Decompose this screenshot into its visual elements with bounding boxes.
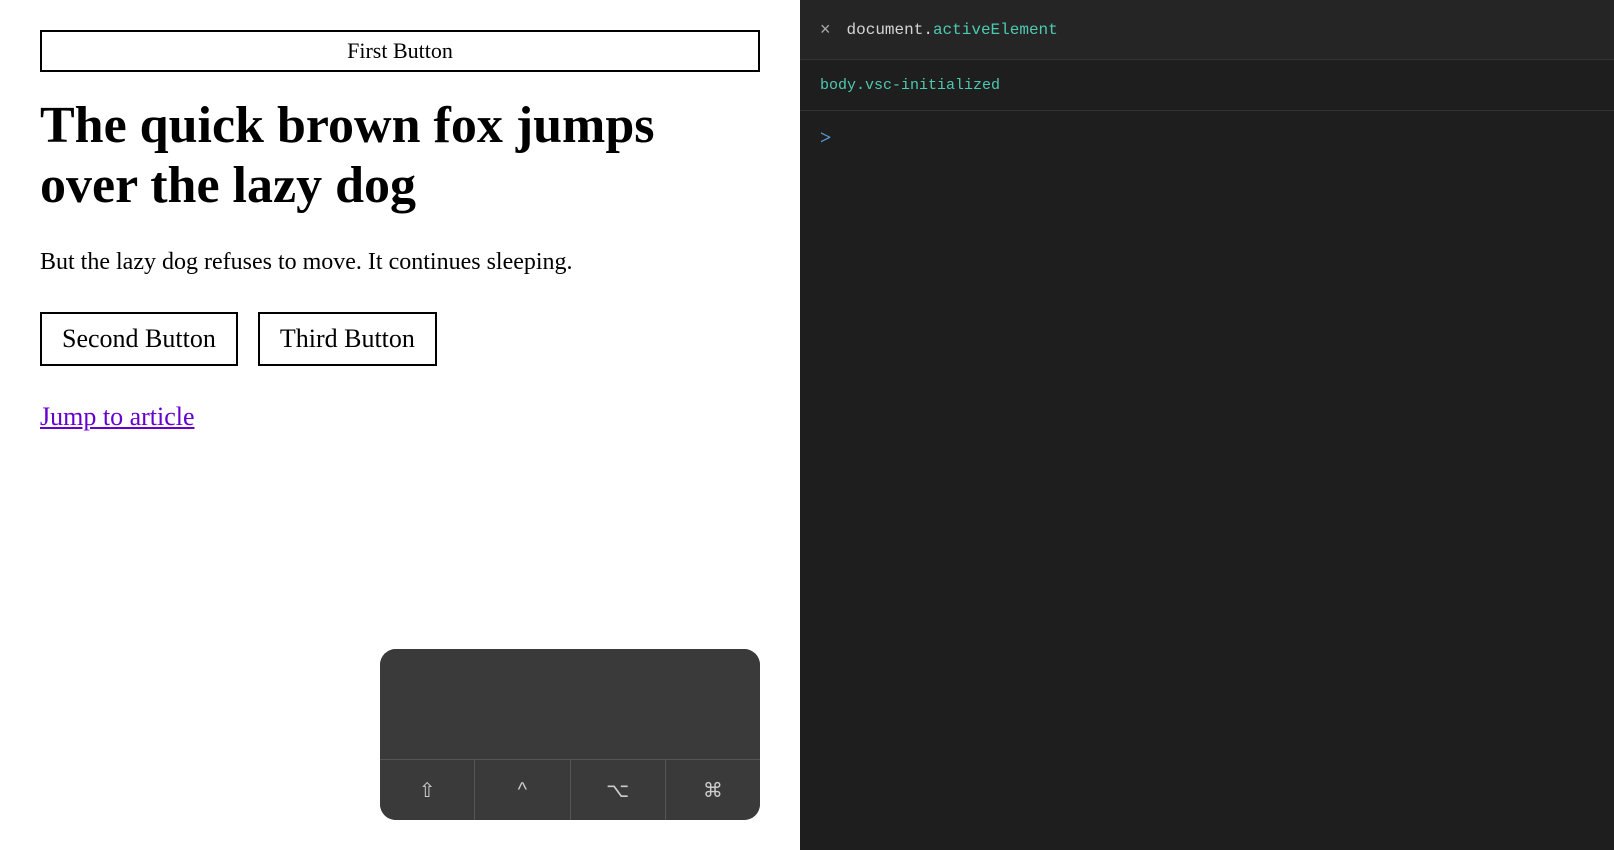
- main-heading: The quick brown fox jumps over the lazy …: [40, 96, 760, 216]
- first-button[interactable]: First Button: [40, 30, 760, 72]
- key-alt[interactable]: ⌥: [571, 760, 666, 820]
- prompt-arrow-icon: >: [820, 127, 831, 150]
- devtools-header: × document.activeElement: [800, 0, 1614, 60]
- keyboard-popup-body: [380, 649, 760, 759]
- button-row: Second Button Third Button: [40, 312, 760, 366]
- key-cmd[interactable]: ⌘: [666, 760, 760, 820]
- devtools-result-value: body.vsc-initialized: [820, 77, 1000, 94]
- keyboard-popup: ⇧ ^ ⌥ ⌘: [380, 649, 760, 820]
- browser-preview: First Button The quick brown fox jumps o…: [0, 0, 800, 850]
- devtools-console[interactable]: >: [800, 111, 1614, 850]
- close-icon[interactable]: ×: [820, 19, 831, 40]
- body-paragraph: But the lazy dog refuses to move. It con…: [40, 244, 760, 280]
- devtools-panel: × document.activeElement body.vsc-initia…: [800, 0, 1614, 850]
- key-shift[interactable]: ⇧: [380, 760, 475, 820]
- expression-prefix: document.: [847, 21, 933, 39]
- jump-to-article-link[interactable]: Jump to article: [40, 402, 760, 432]
- expression-highlight: activeElement: [933, 21, 1058, 39]
- keyboard-popup-keys: ⇧ ^ ⌥ ⌘: [380, 759, 760, 820]
- second-button[interactable]: Second Button: [40, 312, 238, 366]
- devtools-expression: document.activeElement: [847, 21, 1058, 39]
- devtools-result-area: body.vsc-initialized: [800, 60, 1614, 111]
- third-button[interactable]: Third Button: [258, 312, 437, 366]
- console-prompt: >: [820, 127, 1594, 150]
- key-ctrl[interactable]: ^: [475, 760, 570, 820]
